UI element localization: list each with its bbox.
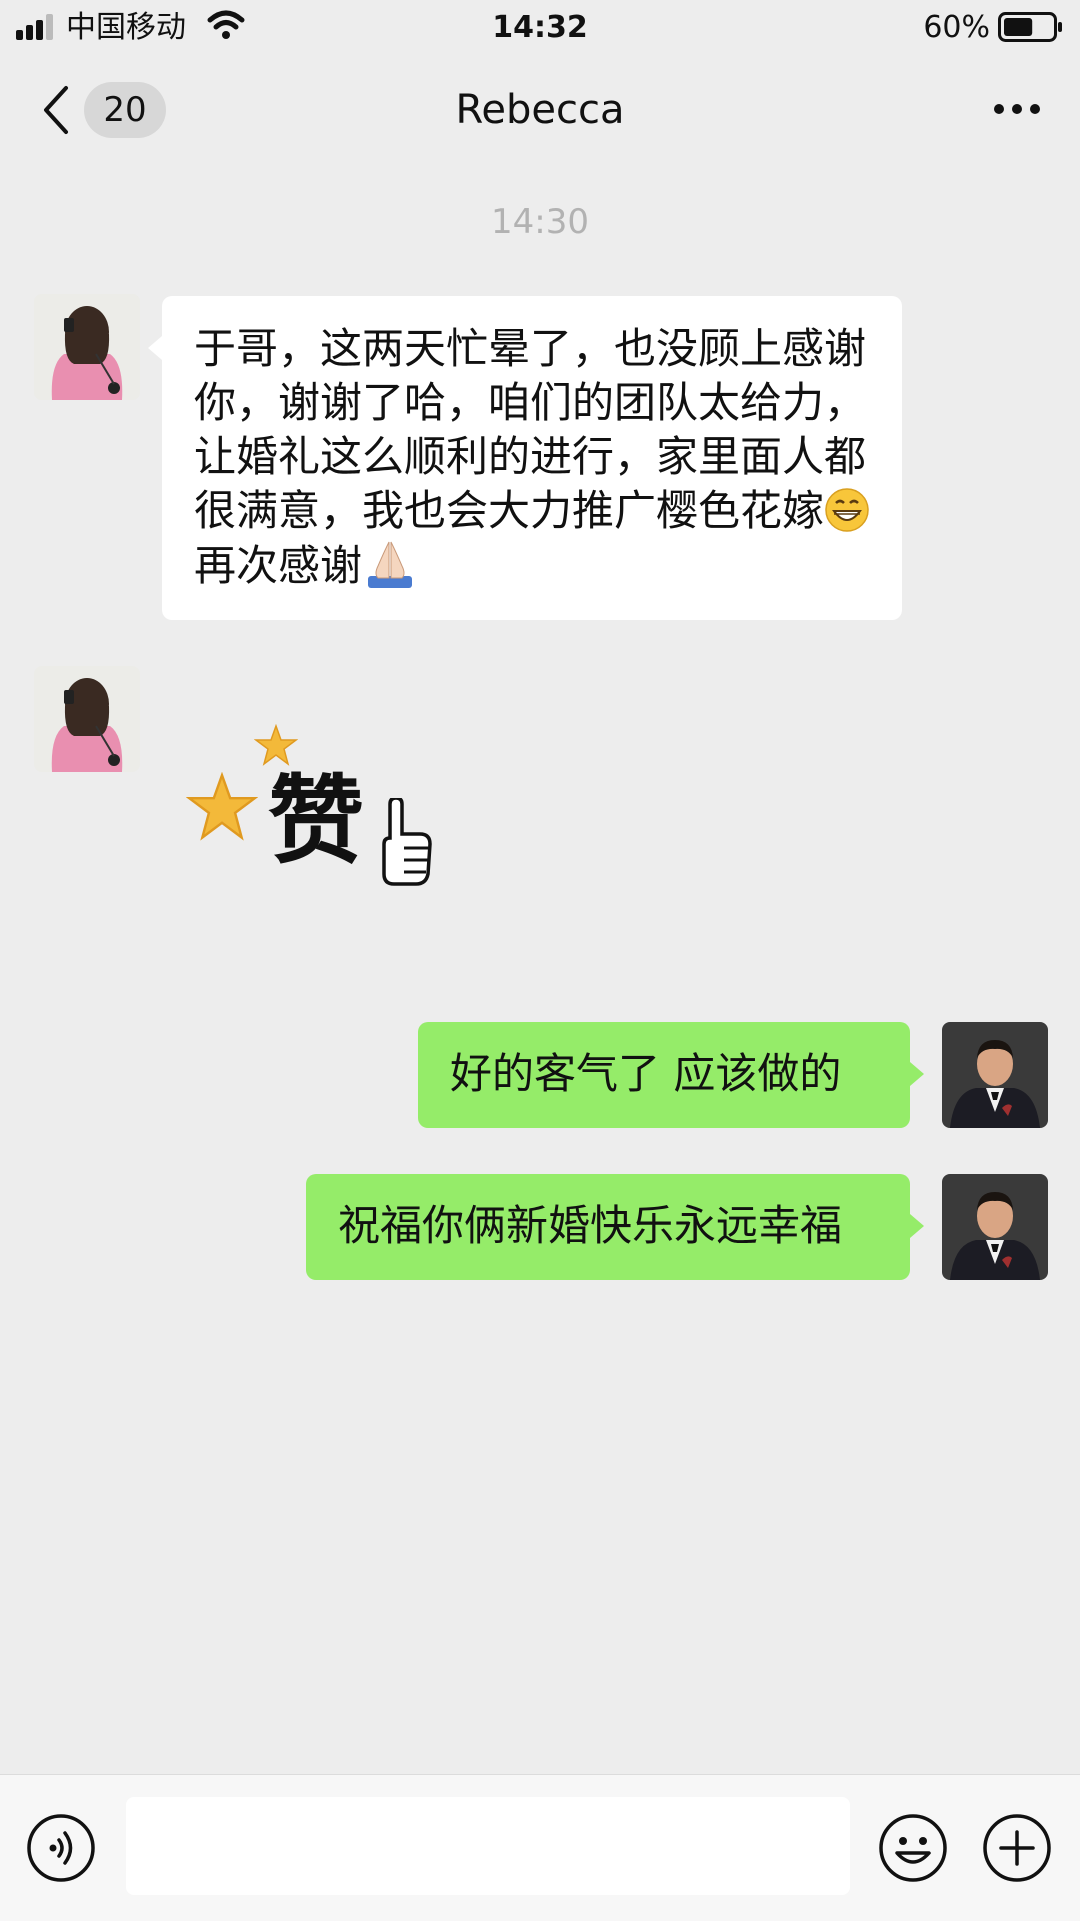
star-icon [254, 724, 298, 766]
my-avatar[interactable] [942, 1022, 1048, 1128]
chat-title: Rebecca [455, 87, 625, 133]
man-avatar-icon [942, 1022, 1048, 1128]
girl-avatar-icon [34, 294, 140, 400]
contact-avatar[interactable] [34, 294, 140, 400]
more-options-icon[interactable] [992, 94, 1042, 124]
battery-icon [998, 12, 1062, 42]
chat-header: 20 Rebecca [0, 60, 1080, 160]
message-text-end: 再次感谢 [194, 541, 363, 590]
star-icon [186, 772, 258, 841]
message-text: 于哥，这两天忙晕了，也没顾上感谢你，谢谢了哈，咱们的团队太给力，让婚礼这么顺利的… [194, 324, 867, 535]
grinning-face-emoji [825, 488, 869, 532]
sticker-message[interactable]: 赞 [186, 716, 446, 896]
contact-avatar[interactable] [34, 666, 140, 772]
bubble-tail [910, 1062, 924, 1086]
message-text: 祝福你俩新婚快乐永远幸福 [338, 1201, 843, 1250]
message-bubble-received[interactable]: 于哥，这两天忙晕了，也没顾上感谢你，谢谢了哈，咱们的团队太给力，让婚礼这么顺利的… [162, 296, 902, 620]
man-avatar-icon [942, 1174, 1048, 1280]
message-text: 好的客气了 应该做的 [450, 1049, 842, 1098]
status-bar: 中国移动 14:32 60% [0, 0, 1080, 56]
bubble-tail [148, 336, 162, 360]
status-time: 14:32 [492, 10, 588, 45]
thumbs-up-icon [382, 798, 432, 886]
voice-icon[interactable] [26, 1813, 96, 1883]
sticker-text: 赞 [268, 765, 364, 877]
message-bubble-sent[interactable]: 祝福你俩新婚快乐永远幸福 [306, 1174, 910, 1280]
girl-avatar-icon [34, 666, 140, 772]
my-avatar[interactable] [942, 1174, 1048, 1280]
message-input[interactable] [126, 1797, 850, 1895]
bubble-tail [910, 1214, 924, 1238]
input-bar [0, 1774, 1080, 1921]
message-bubble-sent[interactable]: 好的客气了 应该做的 [418, 1022, 910, 1128]
plus-icon[interactable] [982, 1813, 1052, 1883]
folded-hands-emoji [368, 541, 413, 588]
battery-percent: 60% [923, 10, 990, 45]
smiley-icon[interactable] [878, 1813, 948, 1883]
message-timestamp: 14:30 [491, 202, 589, 242]
